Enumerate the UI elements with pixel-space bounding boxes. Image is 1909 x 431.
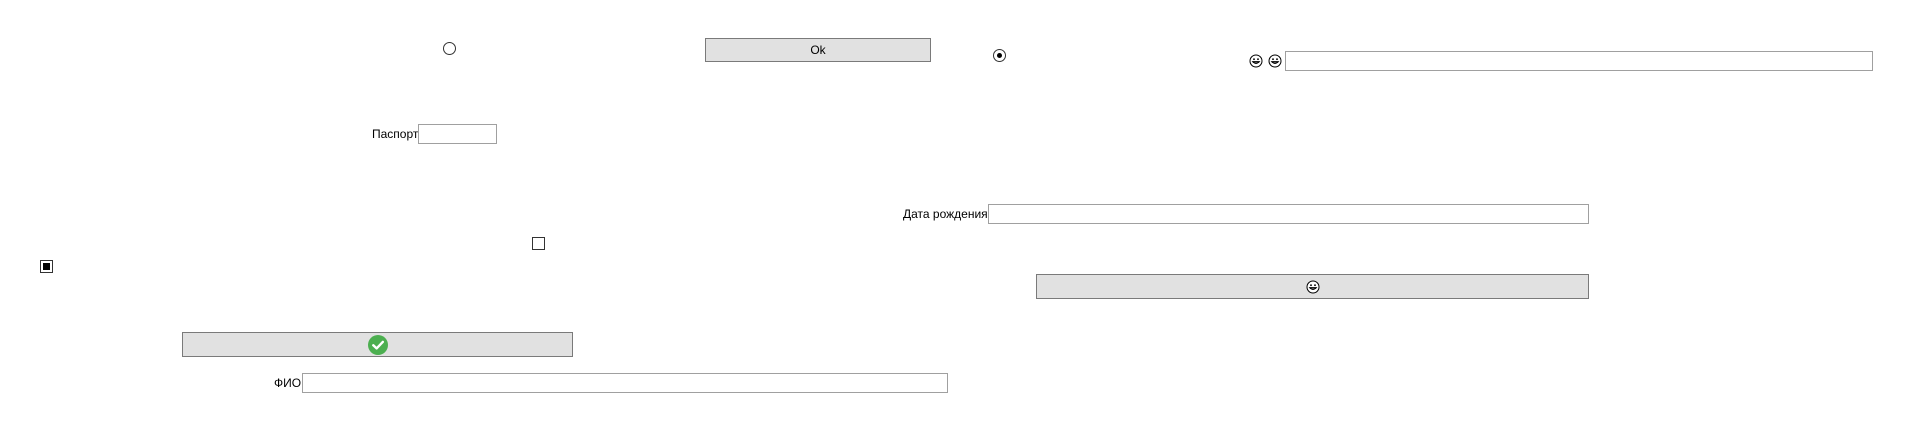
ok-button-label: Ok [810, 43, 826, 57]
fio-field[interactable] [302, 373, 948, 393]
birthdate-label: Дата рождения [903, 207, 988, 221]
checkbox-fill [43, 263, 50, 270]
radio-selected-dot [997, 53, 1002, 58]
fio-label: ФИО [274, 376, 302, 390]
checkbox-left[interactable] [40, 260, 53, 273]
top-right-input[interactable] [1285, 51, 1873, 71]
green-checkmark-icon [367, 334, 388, 355]
checkbox-middle[interactable] [532, 237, 545, 250]
grinning-emoji-icon [1268, 54, 1282, 68]
passport-label: Паспорт [372, 127, 419, 141]
grinning-emoji-icon [1249, 54, 1263, 68]
ok-button[interactable]: Ok [705, 38, 931, 62]
confirm-button[interactable] [182, 332, 573, 357]
radio-top-right[interactable] [993, 49, 1006, 62]
emoji-button[interactable] [1036, 274, 1589, 299]
grinning-emoji-icon [1306, 280, 1320, 294]
birthdate-field[interactable] [988, 204, 1589, 224]
passport-field[interactable] [418, 124, 497, 144]
radio-top-left[interactable] [443, 42, 456, 55]
